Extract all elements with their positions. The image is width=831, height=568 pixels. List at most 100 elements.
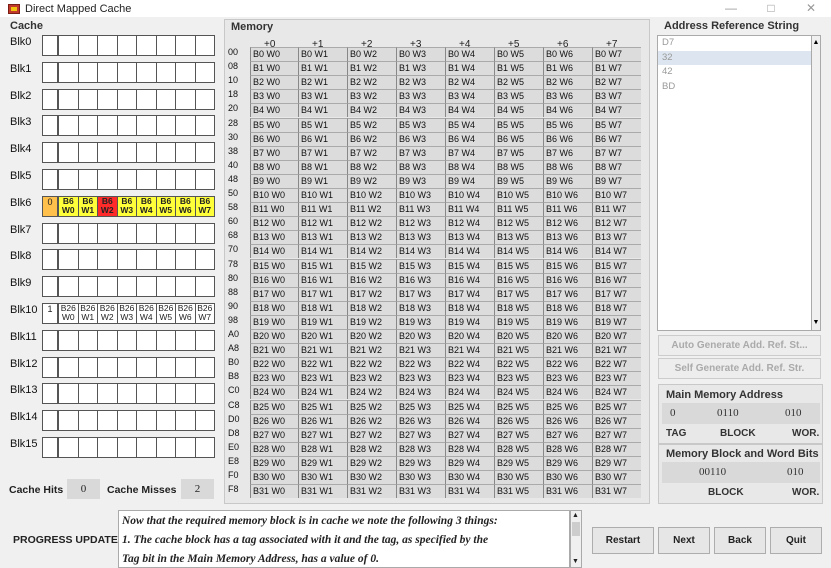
address-ref-list[interactable]: D7 32 42 BD bbox=[657, 35, 812, 331]
memory-cell: B18 W5 bbox=[494, 300, 543, 315]
quit-button[interactable]: Quit bbox=[770, 527, 822, 554]
memory-row: 68 B13 W0 B13 W1 B13 W2 B13 W3 B13 W4 B13 W5 B1… bbox=[226, 230, 648, 245]
cache-word-cell bbox=[77, 62, 97, 82]
memory-address-label: A8 bbox=[228, 343, 240, 354]
cache-word-cell bbox=[97, 116, 117, 136]
memory-address-label: C8 bbox=[228, 399, 240, 410]
memory-row: F8 B31 W0 B31 W1 B31 W2 B31 W3 B31 W4 B31 W5 B3… bbox=[226, 484, 648, 499]
cache-word-cell: B26 W2 bbox=[97, 304, 117, 323]
cache-word-cell bbox=[155, 277, 175, 297]
memory-row: 40 B8 W0 B8 W1 B8 W2 B8 W3 B8 W4 B8 W5 B8 W6 B8 … bbox=[226, 159, 648, 174]
scroll-down-icon[interactable]: ▼ bbox=[572, 558, 579, 566]
scroll-thumb[interactable] bbox=[572, 522, 580, 536]
cache-word-cell: B6 W4 bbox=[136, 196, 156, 216]
memory-cell: B18 W1 bbox=[298, 300, 347, 315]
cache-word-cell bbox=[155, 170, 175, 189]
memory-cell: B13 W7 bbox=[592, 230, 641, 245]
memory-cell: B12 W3 bbox=[396, 216, 445, 231]
memory-cell: B14 W3 bbox=[396, 244, 445, 259]
minimize-button[interactable]: — bbox=[711, 0, 751, 17]
cache-word-cell bbox=[136, 223, 156, 243]
ref-item[interactable]: BD bbox=[658, 80, 811, 95]
memory-cell: B5 W6 bbox=[543, 117, 592, 132]
restart-button[interactable]: Restart bbox=[592, 527, 654, 554]
memory-cell: B12 W7 bbox=[592, 216, 641, 231]
mma-word-value: 010 bbox=[785, 407, 802, 419]
cache-word-cell bbox=[77, 89, 97, 109]
cache-word-cell: B26 W3 bbox=[116, 304, 136, 323]
memory-cell: B29 W2 bbox=[347, 455, 396, 470]
cache-word-cell bbox=[116, 89, 136, 109]
memory-cell: B23 W5 bbox=[494, 371, 543, 386]
scroll-up-icon[interactable]: ▲ bbox=[812, 38, 820, 48]
cache-words: B26 W0 B26 W1 B26 W2 B26 W3 B26 W4 B26 W5 B26 … bbox=[58, 303, 215, 324]
cache-word-cell bbox=[97, 143, 117, 163]
memory-cell: B31 W3 bbox=[396, 484, 445, 499]
memory-address-label: 08 bbox=[228, 61, 239, 72]
memory-cell: B7 W5 bbox=[494, 145, 543, 160]
memory-address-label: 38 bbox=[228, 145, 239, 156]
scroll-up-icon[interactable]: ▲ bbox=[572, 512, 579, 520]
maximize-button[interactable]: □ bbox=[751, 0, 791, 17]
memory-address-label: E8 bbox=[228, 455, 240, 466]
memory-cell: B28 W0 bbox=[250, 441, 298, 456]
memory-cell: B6 W4 bbox=[445, 131, 494, 146]
memory-address-label: F0 bbox=[228, 470, 239, 480]
memory-cell: B3 W5 bbox=[494, 89, 543, 104]
memory-cell: B8 W3 bbox=[396, 159, 445, 174]
ref-list-scrollbar[interactable]: ▲ ▼ bbox=[811, 35, 821, 331]
progress-update-label: PROGRESS UPDATE bbox=[13, 534, 118, 546]
close-button[interactable]: ✕ bbox=[791, 0, 831, 17]
memory-cell: B23 W7 bbox=[592, 371, 641, 386]
memory-cell: B30 W6 bbox=[543, 470, 592, 485]
memory-cell: B20 W6 bbox=[543, 329, 592, 344]
next-button[interactable]: Next bbox=[658, 527, 710, 554]
progress-scrollbar[interactable]: ▲ ▼ bbox=[570, 510, 582, 568]
memory-cell: B19 W1 bbox=[298, 314, 347, 329]
ref-item[interactable]: 42 bbox=[658, 65, 811, 80]
cache-word-cell bbox=[136, 116, 156, 136]
memory-cell: B14 W0 bbox=[250, 244, 298, 259]
memory-cell: B31 W4 bbox=[445, 484, 494, 499]
cache-block-label: Blk14 bbox=[10, 411, 38, 424]
cache-word-cell bbox=[58, 411, 78, 431]
memory-cell: B0 W7 bbox=[592, 47, 641, 62]
memory-cell: B31 W7 bbox=[592, 484, 641, 499]
memory-cell: B2 W7 bbox=[592, 75, 641, 90]
memory-cell: B0 W4 bbox=[445, 47, 494, 62]
memory-cell: B20 W2 bbox=[347, 329, 396, 344]
memory-cell: B10 W2 bbox=[347, 188, 396, 203]
cache-word-cell bbox=[58, 277, 78, 297]
memory-cell: B16 W6 bbox=[543, 272, 592, 287]
cache-tag-cell: 0 bbox=[42, 195, 58, 217]
cache-word-cell bbox=[77, 384, 97, 404]
memory-cell: B9 W5 bbox=[494, 173, 543, 188]
memory-cell: B9 W1 bbox=[298, 173, 347, 188]
cache-word-cell bbox=[155, 330, 175, 350]
cache-word-cell bbox=[97, 170, 117, 189]
memory-address-label: C0 bbox=[228, 385, 240, 396]
ref-item[interactable]: D7 bbox=[658, 36, 811, 51]
memory-row: D0 B26 W0 B26 W1 B26 W2 B26 W3 B26 W4 B26 W5 B2… bbox=[226, 413, 648, 428]
memory-cell: B13 W3 bbox=[396, 230, 445, 245]
back-button[interactable]: Back bbox=[714, 527, 766, 554]
cache-word-cell bbox=[194, 223, 214, 243]
cache-word-cell bbox=[175, 89, 195, 109]
cache-word-cell bbox=[136, 143, 156, 163]
cache-word-cell bbox=[97, 411, 117, 431]
memory-cell: B25 W0 bbox=[250, 399, 298, 414]
memory-cell: B11 W4 bbox=[445, 202, 494, 217]
cache-tag-cell bbox=[42, 410, 58, 432]
cache-word-cell bbox=[155, 223, 175, 243]
scroll-down-icon[interactable]: ▼ bbox=[812, 318, 820, 328]
memory-cell: B28 W6 bbox=[543, 441, 592, 456]
title-bar: Direct Mapped Cache — □ ✕ bbox=[0, 0, 831, 17]
self-generate-button[interactable]: Self Generate Add. Ref. Str. bbox=[658, 358, 821, 379]
main-memory-address-title: Main Memory Address bbox=[666, 389, 783, 401]
memory-cell: B1 W7 bbox=[592, 61, 641, 76]
memory-cell: B26 W5 bbox=[494, 413, 543, 428]
memory-cell: B26 W4 bbox=[445, 413, 494, 428]
auto-generate-button[interactable]: Auto Generate Add. Ref. St... bbox=[658, 335, 821, 356]
memory-cell: B22 W2 bbox=[347, 357, 396, 372]
ref-item-selected[interactable]: 32 bbox=[658, 50, 811, 65]
